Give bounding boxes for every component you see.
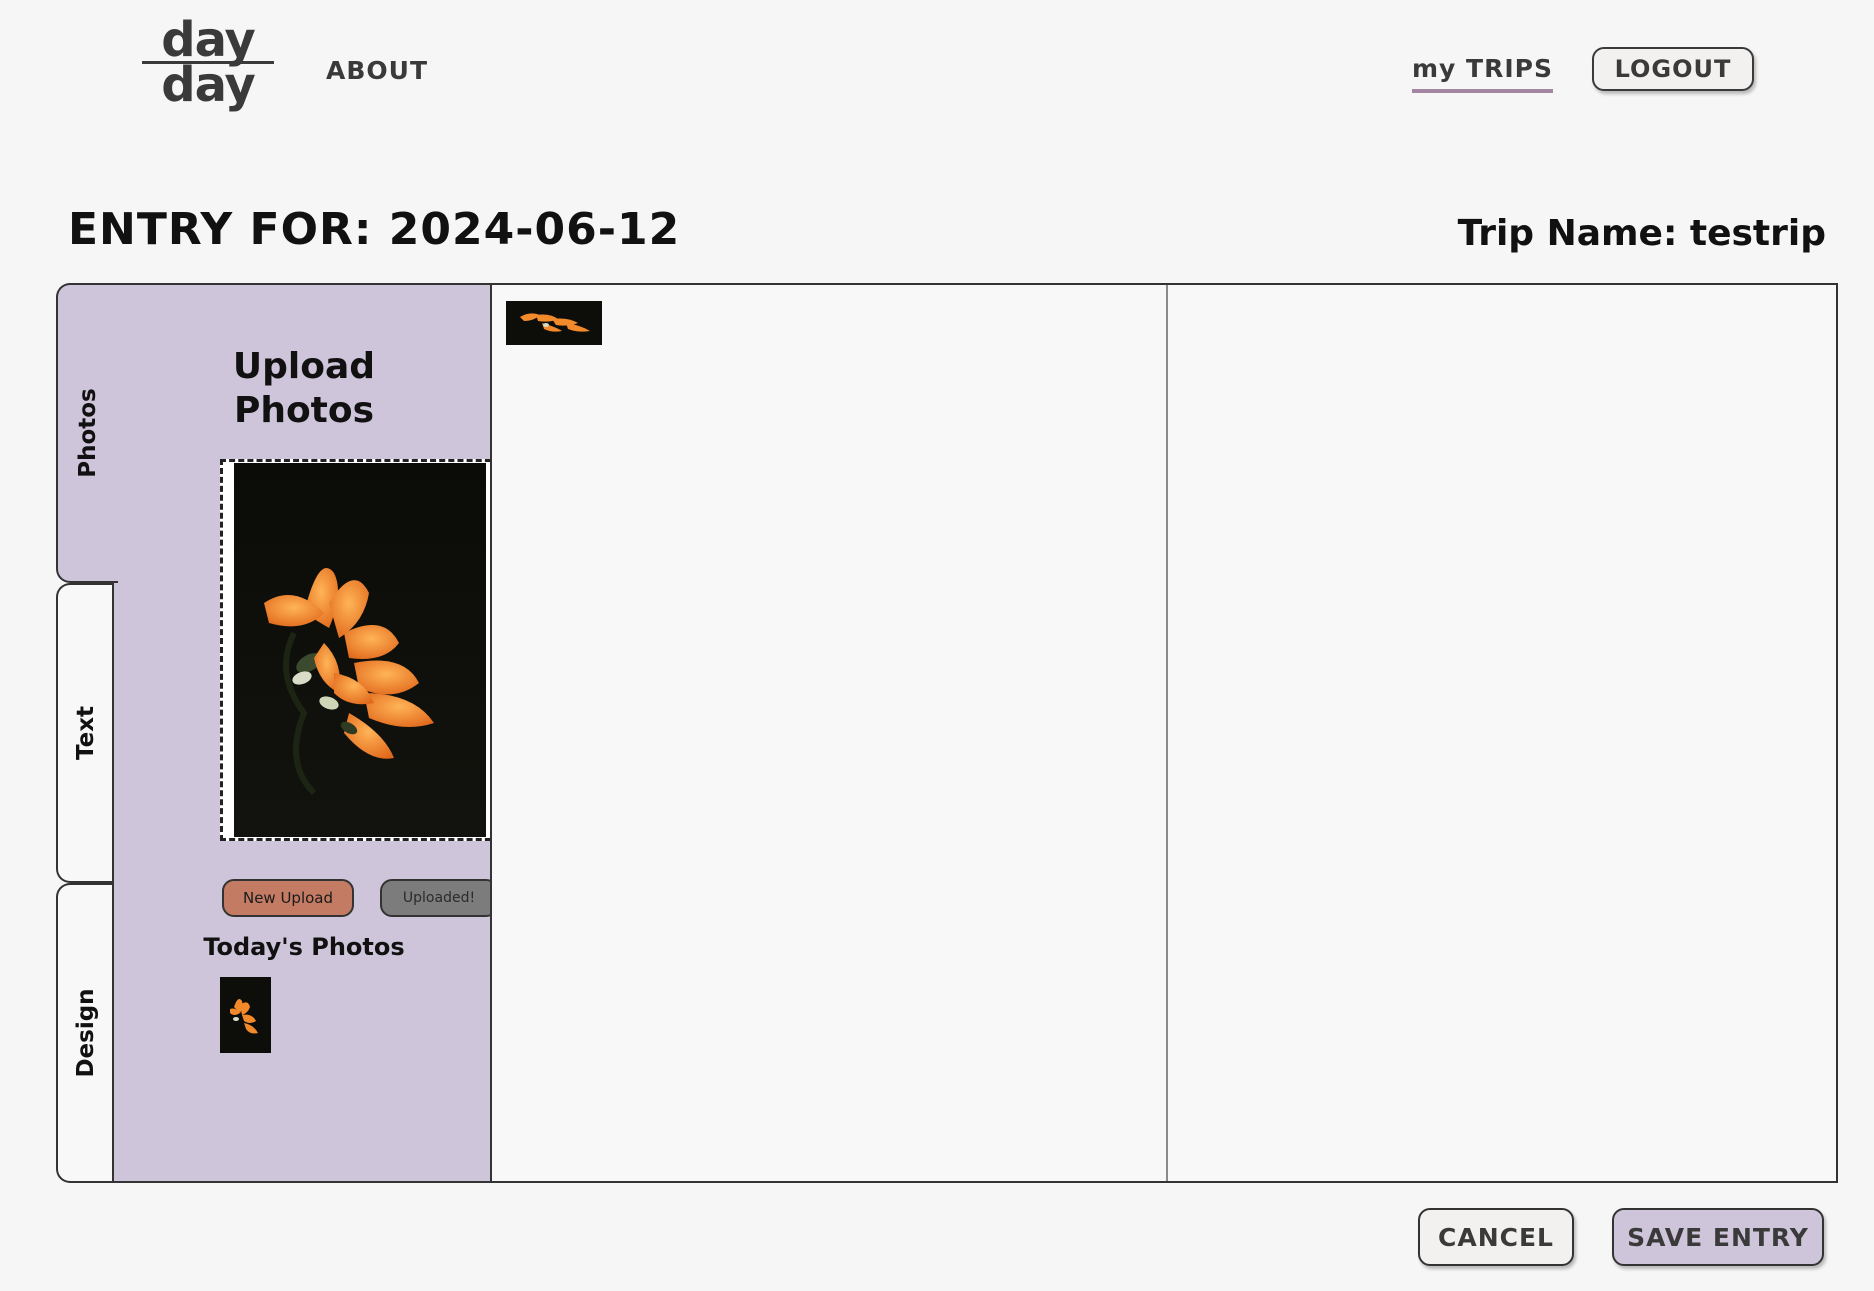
tab-design[interactable]: Design <box>56 883 114 1183</box>
entry-editor: Photos Text Design Upload Photos New Upl… <box>56 283 1838 1183</box>
nav-about-link[interactable]: ABOUT <box>326 56 428 85</box>
uploaded-button[interactable]: Uploaded! <box>380 879 498 917</box>
trip-name: Trip Name: testrip <box>1457 213 1826 254</box>
tab-text-label: Text <box>73 705 99 761</box>
photos-panel: Upload Photos New Upload Uploaded! Today… <box>112 283 548 1183</box>
upload-photos-heading: Upload Photos <box>114 345 494 433</box>
tab-design-label: Design <box>73 988 99 1078</box>
logo-bottom-text: day <box>161 57 256 113</box>
new-upload-button[interactable]: New Upload <box>222 879 354 917</box>
entry-title: ENTRY FOR: 2024-06-12 <box>68 204 681 255</box>
save-entry-button[interactable]: SAVE ENTRY <box>1612 1208 1824 1266</box>
canvas-page-divider <box>1166 285 1168 1181</box>
logout-button[interactable]: LOGOUT <box>1592 47 1754 91</box>
cancel-button[interactable]: CANCEL <box>1418 1208 1574 1266</box>
sunflower-photo-icon <box>234 463 486 837</box>
tab-text[interactable]: Text <box>56 583 114 883</box>
photo-dropzone[interactable] <box>220 459 500 841</box>
sunflower-canvas-thumbnail-icon[interactable] <box>506 301 602 345</box>
dayday-logo[interactable]: day day <box>142 16 274 113</box>
tab-photos[interactable]: Photos <box>56 283 118 583</box>
todays-photos-heading: Today's Photos <box>203 933 405 961</box>
nav-my-trips-link[interactable]: my TRIPS <box>1412 54 1553 93</box>
sunflower-thumbnail-icon[interactable] <box>220 977 271 1053</box>
upload-photos-heading-line1: Upload <box>232 346 376 387</box>
entry-canvas[interactable] <box>490 283 1838 1183</box>
tab-photos-label: Photos <box>75 388 101 478</box>
upload-photos-heading-line2: Photos <box>233 390 375 431</box>
